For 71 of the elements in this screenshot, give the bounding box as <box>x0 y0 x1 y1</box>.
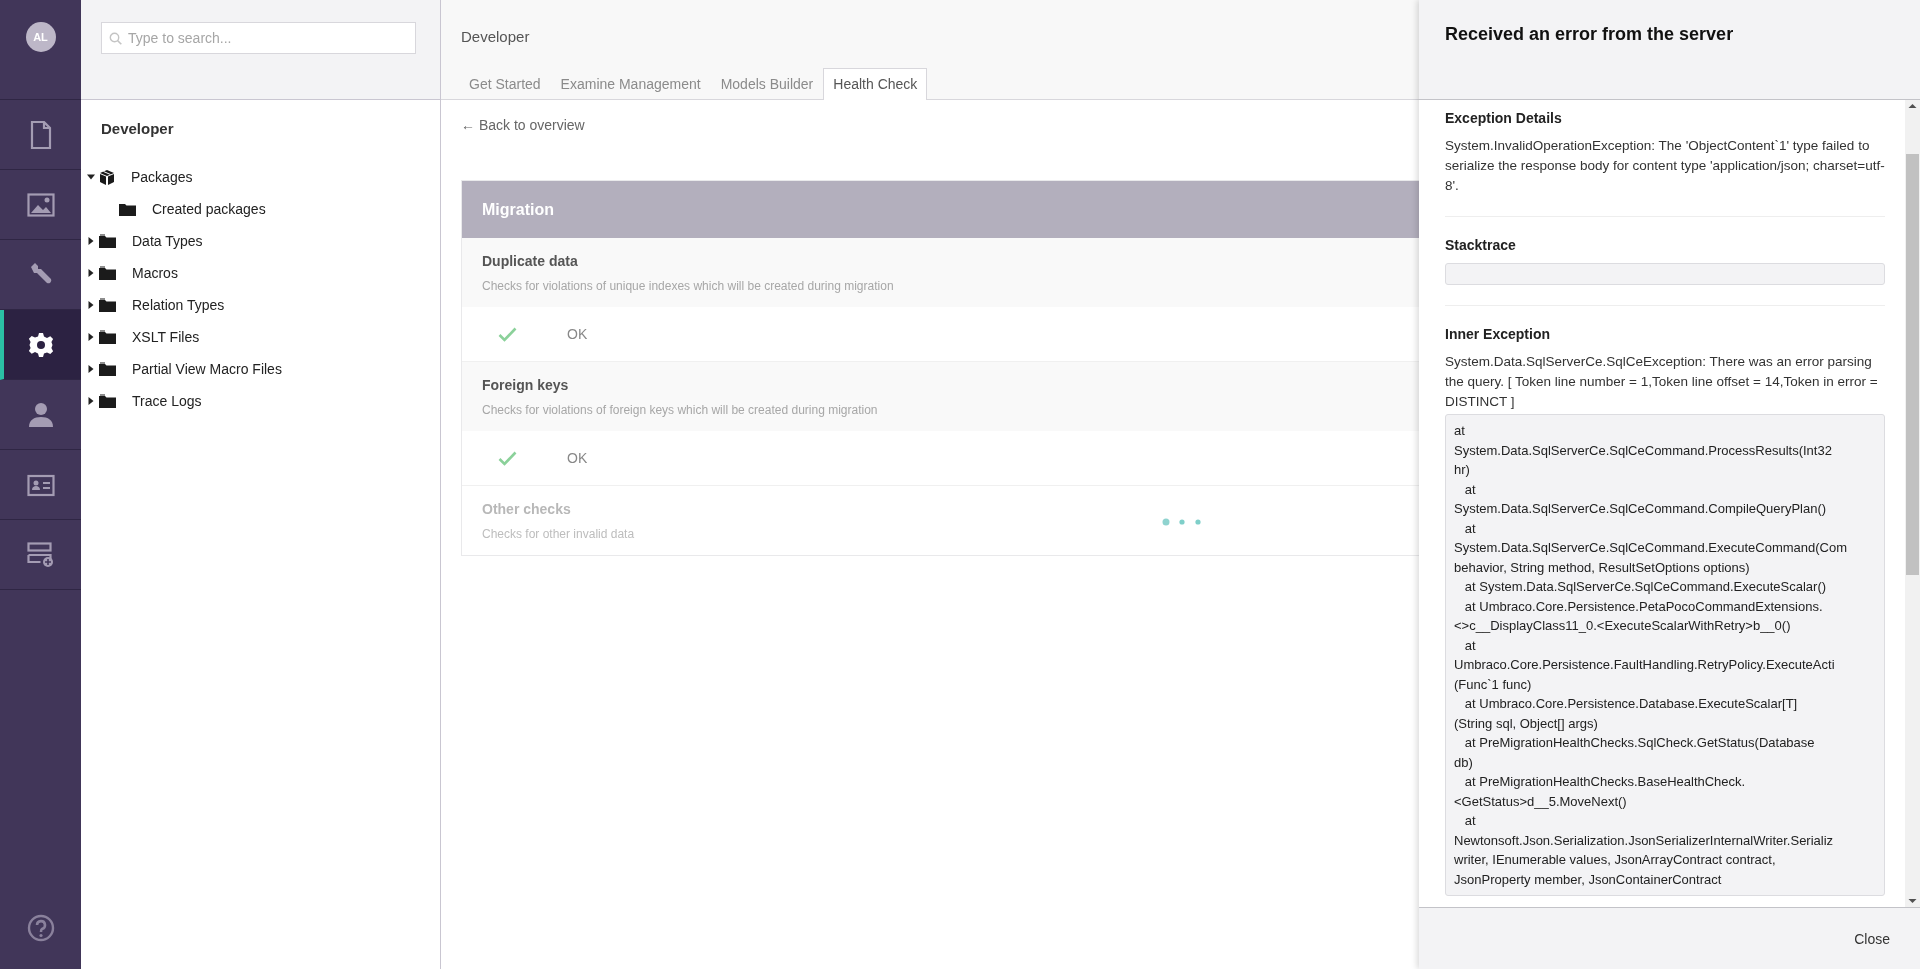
help-icon[interactable] <box>26 914 55 942</box>
person-icon <box>27 401 54 428</box>
stacktrace-line: hr) <box>1454 461 1471 479</box>
scrollbar-drawing[interactable] <box>1905 100 1920 907</box>
folder-icon <box>119 202 136 216</box>
stacktrace-line: at Umbraco.Core.Persistence.PetaPocoCommandExtensions. <box>1463 597 1824 616</box>
stacktrace-line: at System.Data.SqlServerCe.SqlCeCommand.ExecuteScalar() <box>1463 578 1828 596</box>
check-title: Foreign keys <box>482 377 569 393</box>
stacktrace-line: <GetStatus>d__5.MoveNext() <box>1454 792 1628 811</box>
section-heading: Exception Details <box>1445 110 1563 126</box>
dialog-title: Received an error from the server <box>1445 24 1735 45</box>
stacktrace-line: db) <box>1454 753 1474 772</box>
tab[interactable]: Health Check <box>823 68 928 100</box>
package-icon <box>99 168 115 186</box>
tree-item[interactable]: Partial View Macro Files <box>81 353 440 385</box>
stacktrace-line: Newtonsoft.Json.Serialization.JsonSerializerInternalWriter.Serializ <box>1454 831 1835 850</box>
document-icon <box>29 120 52 149</box>
tree-item[interactable]: Relation Types <box>81 289 440 321</box>
check-icon <box>498 326 517 342</box>
check-title: Duplicate data <box>482 253 578 269</box>
exception-message: System.Data.SqlServerCe.SqlCeException: There was an error parsing the query. [ Token line number = 1,Token line offset = 14,Token in error = DISTINCT ] <box>1445 353 1879 411</box>
stacktrace-line: at <box>1454 422 1466 440</box>
stacktrace-line: at PreMigrationHealthChecks.BaseHealthCheck. <box>1463 773 1747 791</box>
folder-icon <box>99 266 116 280</box>
stacktrace-line: (String sql, Object[] args) <box>1454 714 1599 733</box>
section-heading: Stacktrace <box>1445 237 1517 253</box>
stacktrace-line: writer, IEnumerable values, JsonArrayContract contract, <box>1454 851 1777 869</box>
stacktrace-line: <>c__DisplayClass11_0.<ExecuteScalarWithRetry>b__0() <box>1454 617 1792 635</box>
folder-icon <box>99 234 116 248</box>
stacktrace-line: behavior, String method, ResultSetOptions options) <box>1454 558 1751 577</box>
search-field[interactable]: Type to search... <box>101 22 416 54</box>
close-button[interactable]: Close <box>1850 924 1894 953</box>
stacktrace-line: at <box>1463 519 1477 538</box>
tree-item[interactable]: Packages <box>81 161 440 193</box>
check-description: Checks for other invalid data <box>482 527 635 541</box>
tree-item[interactable]: XSLT Files <box>81 321 440 353</box>
check-title: Other checks <box>482 501 571 517</box>
check-icon <box>498 450 517 466</box>
check-description: Checks for violations of unique indexes which will be created during migration <box>482 279 894 293</box>
stacktrace-line: System.Data.SqlServerCe.SqlCeCommand.ExecuteCommand(Com <box>1454 539 1849 557</box>
tree-item[interactable]: Macros <box>81 257 440 289</box>
folder-icon <box>99 362 116 376</box>
id-card-icon <box>26 472 55 497</box>
stacktrace-line: System.Data.SqlServerCe.SqlCeCommand.CompileQueryPlan() <box>1454 500 1828 518</box>
stacktrace-line: (Func`1 func) <box>1454 675 1533 694</box>
stacktrace-line: Umbraco.Core.Persistence.FaultHandling.RetryPolicy.ExecuteActi <box>1454 656 1836 674</box>
folder-icon <box>99 298 116 312</box>
section-tab[interactable] <box>0 310 81 380</box>
stacktrace-line: at Umbraco.Core.Persistence.Database.ExecuteScalar[T] <box>1463 695 1799 713</box>
image-icon <box>26 192 55 217</box>
tree-item[interactable]: Data Types <box>81 225 440 257</box>
section-heading: Inner Exception <box>1445 326 1552 342</box>
status-text: OK <box>567 450 588 466</box>
page-title: Developer <box>461 28 530 45</box>
folder-icon <box>99 330 116 344</box>
loading-dots-icon <box>1162 518 1202 526</box>
stacktrace-line: System.Data.SqlServerCe.SqlCeCommand.ProcessResults(Int32 <box>1454 441 1833 460</box>
back-link[interactable]: ← Back to overview <box>461 117 585 133</box>
stacktrace-line: at <box>1463 480 1477 499</box>
status-text: OK <box>567 326 588 342</box>
stacktrace-line: at PreMigrationHealthChecks.SqlCheck.GetStatus(Database <box>1463 734 1816 752</box>
folder-icon <box>99 394 116 408</box>
form-add-icon <box>26 541 55 568</box>
settings-icon <box>27 331 54 358</box>
tree-title: Developer <box>101 120 175 137</box>
stacktrace-line: JsonProperty member, JsonContainerContract <box>1454 870 1723 889</box>
tree-item[interactable]: Created packages <box>81 193 440 225</box>
stacktrace-line: at <box>1463 812 1477 830</box>
tree-item[interactable]: Trace Logs <box>81 385 440 417</box>
stacktrace-line: at <box>1463 636 1477 655</box>
check-description: Checks for violations of foreign keys which will be created during migration <box>482 403 878 417</box>
